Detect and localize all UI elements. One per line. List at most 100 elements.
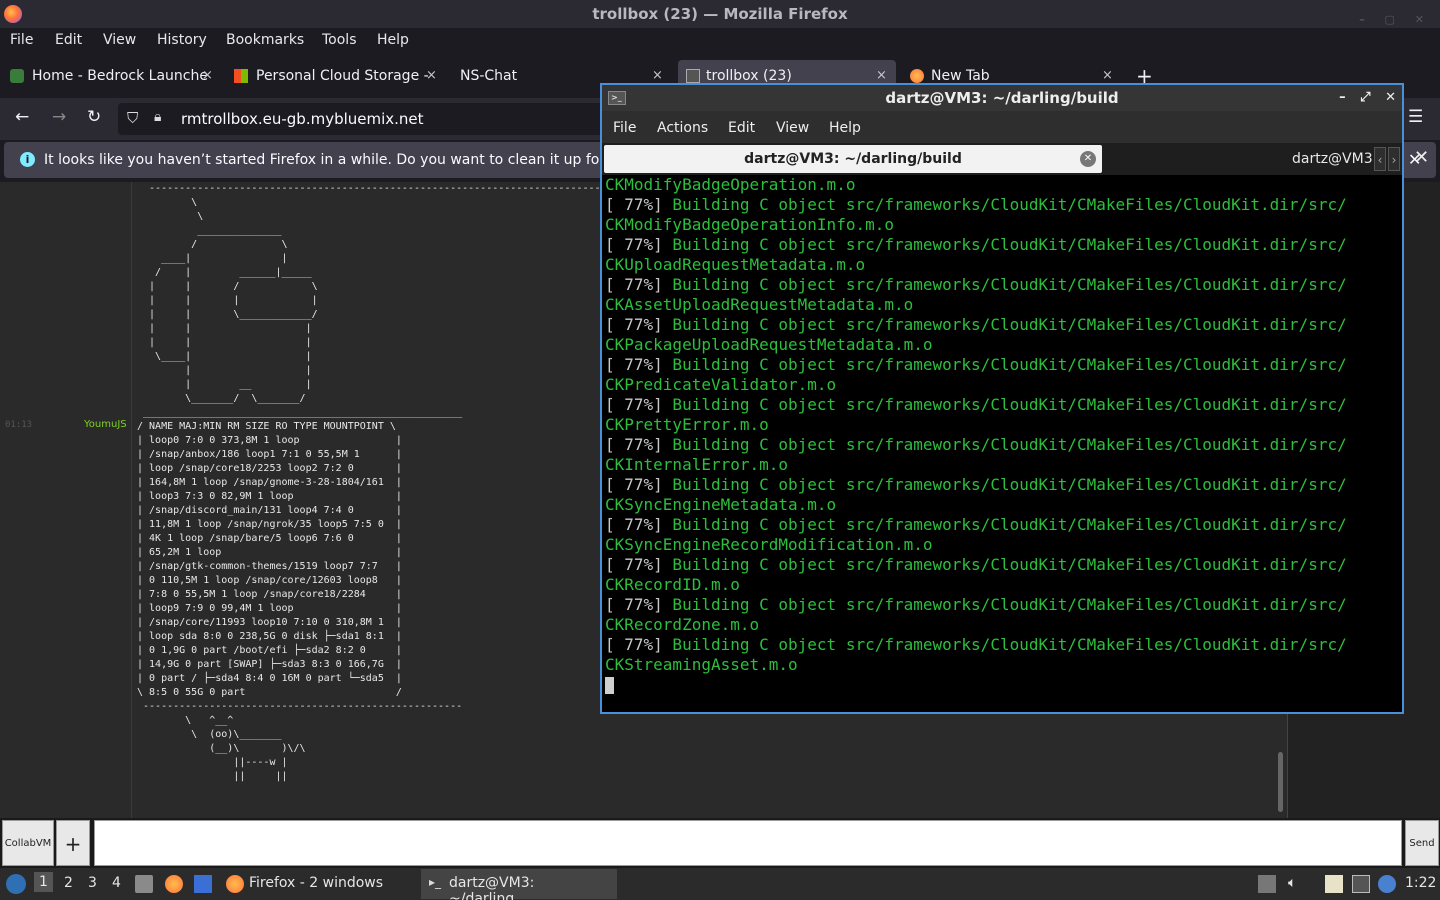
terminal-menu-file[interactable]: File: [613, 120, 636, 136]
build-progress: [ 77%]: [605, 315, 663, 334]
shield-icon[interactable]: ⛉: [127, 109, 138, 127]
tab-label: Personal Cloud Storage -: [256, 68, 429, 84]
url-text[interactable]: rmtrollbox.eu-gb.mybluemix.net: [181, 110, 424, 128]
terminal-tab-bar: dartz@VM3: ~/darling/build ✕ dartz@VM3 ‹…: [602, 143, 1429, 175]
build-progress: [ 77%]: [605, 275, 663, 294]
menu-history[interactable]: History: [157, 32, 207, 48]
terminal-window[interactable]: >_ dartz@VM3: ~/darling/build – ⤢ ✕ File…: [600, 83, 1429, 714]
clock: 1:22: [1405, 875, 1437, 891]
terminal-line: [ 77%] Building C object src/frameworks/…: [605, 195, 1402, 215]
taskbar-terminal-task[interactable]: ▸_ dartz@VM3: ~/darling...: [421, 869, 617, 900]
firefox-task-icon: [226, 875, 244, 893]
clipboard-icon[interactable]: [1325, 875, 1343, 893]
build-message: CKUploadRequestMetadata.m.o: [605, 255, 866, 274]
terminal-menu-edit[interactable]: Edit: [728, 120, 755, 136]
terminal-line: CKModifyBadgeOperationInfo.m.o: [605, 215, 1402, 235]
firefox-title-bar: trollbox (23) — Mozilla Firefox – ▢ ✕: [0, 0, 1440, 28]
build-message: Building C object src/frameworks/CloudKi…: [662, 275, 1347, 294]
back-arrow-icon[interactable]: ←: [15, 107, 29, 127]
build-message: CKSyncEngineRecordModification.m.o: [605, 535, 933, 554]
minimize-icon[interactable]: –: [1339, 90, 1346, 105]
chat-input-row: CollabVM + Send: [0, 818, 1440, 868]
terminal-line: [ 77%] Building C object src/frameworks/…: [605, 435, 1402, 455]
maximize-icon[interactable]: ⤢: [1360, 90, 1370, 105]
terminal-line: CKRecordZone.m.o: [605, 615, 1402, 635]
trollbox-favicon-icon: [686, 69, 700, 83]
taskbar: 1 2 3 4 Firefox - 2 windows ▸_ dartz@VM3…: [0, 868, 1440, 900]
start-menu-icon[interactable]: [6, 874, 26, 894]
tab-cloud-storage[interactable]: Personal Cloud Storage - ×: [230, 60, 440, 92]
build-message: CKAssetUploadRequestMetadata.m.o: [605, 295, 914, 314]
tray-removable-icon[interactable]: [1258, 875, 1276, 893]
volume-icon[interactable]: 🔈︎: [1288, 875, 1296, 891]
build-progress: [ 77%]: [605, 555, 663, 574]
build-message: CKStreamingAsset.m.o: [605, 655, 798, 674]
send-button[interactable]: Send: [1405, 820, 1439, 866]
firefox-tabs-close-icon[interactable]: ✕: [1414, 147, 1429, 168]
reload-icon[interactable]: ↻: [87, 107, 101, 127]
terminal-line: CKUploadRequestMetadata.m.o: [605, 255, 1402, 275]
close-icon[interactable]: ✕: [1385, 90, 1396, 105]
terminal-tab-close-icon[interactable]: ✕: [1080, 151, 1096, 167]
build-progress: [ 77%]: [605, 235, 663, 254]
terminal-line: CKAssetUploadRequestMetadata.m.o: [605, 295, 1402, 315]
build-message: Building C object src/frameworks/CloudKi…: [662, 235, 1347, 254]
firefox-favicon-icon: [910, 69, 924, 83]
menu-file[interactable]: File: [10, 32, 33, 48]
terminal-title-bar[interactable]: >_ dartz@VM3: ~/darling/build – ⤢ ✕: [602, 85, 1402, 111]
network-icon[interactable]: [1352, 875, 1370, 893]
menu-edit[interactable]: Edit: [55, 32, 82, 48]
tab-close-icon[interactable]: ×: [426, 60, 437, 92]
menu-help[interactable]: Help: [377, 32, 409, 48]
desktop-icon[interactable]: [194, 875, 212, 893]
terminal-tab-active[interactable]: dartz@VM3: ~/darling/build ✕: [604, 145, 1102, 173]
message-username[interactable]: YoumuJS: [84, 419, 127, 430]
firefox-launcher-icon[interactable]: [165, 875, 183, 893]
bedrock-favicon-icon: [10, 69, 24, 83]
build-message: CKPackageUploadRequestMetadata.m.o: [605, 335, 933, 354]
terminal-menu-help[interactable]: Help: [829, 120, 861, 136]
file-manager-icon[interactable]: [135, 875, 153, 893]
terminal-line: CKInternalError.m.o: [605, 455, 1402, 475]
forward-arrow-icon[interactable]: →: [52, 107, 66, 127]
terminal-tab-label: dartz@VM3: ~/darling/build: [744, 151, 962, 167]
terminal-menu-bar: File Actions Edit View Help: [602, 113, 1402, 143]
terminal-tab-inactive[interactable]: dartz@VM3: [1292, 145, 1373, 173]
menu-bookmarks[interactable]: Bookmarks: [226, 32, 304, 48]
terminal-line: CKPredicateValidator.m.o: [605, 375, 1402, 395]
terminal-menu-view[interactable]: View: [776, 120, 809, 136]
tab-bedrock[interactable]: Home - Bedrock Launche ×: [6, 60, 218, 92]
hamburger-menu-icon[interactable]: ☰: [1408, 107, 1423, 127]
lock-icon[interactable]: 🔒︎: [154, 109, 161, 125]
terminal-line: [ 77%] Building C object src/frameworks/…: [605, 395, 1402, 415]
tab-scroll-right-icon[interactable]: ›: [1388, 147, 1400, 171]
workspace-4[interactable]: 4: [112, 875, 121, 891]
build-message: Building C object src/frameworks/CloudKi…: [662, 515, 1347, 534]
build-message: CKSyncEngineMetadata.m.o: [605, 495, 837, 514]
workspace-1[interactable]: 1: [34, 872, 53, 892]
build-message: Building C object src/frameworks/CloudKi…: [662, 435, 1347, 454]
workspace-2[interactable]: 2: [64, 875, 73, 891]
terminal-line: CKSyncEngineRecordModification.m.o: [605, 535, 1402, 555]
build-message: CKModifyBadgeOperation.m.o: [605, 175, 856, 194]
workspace-3[interactable]: 3: [88, 875, 97, 891]
collabvm-button[interactable]: CollabVM: [2, 820, 54, 866]
terminal-prompt-line: [605, 675, 1402, 695]
chat-message-input[interactable]: [94, 820, 1402, 866]
firefox-logo-icon: [4, 5, 22, 23]
window-title: trollbox (23) — Mozilla Firefox: [592, 5, 848, 23]
build-message: Building C object src/frameworks/CloudKi…: [662, 635, 1347, 654]
terminal-output[interactable]: CKModifyBadgeOperation.m.o[ 77%] Buildin…: [602, 175, 1402, 712]
update-notifier-icon[interactable]: [1378, 875, 1396, 893]
add-button[interactable]: +: [56, 820, 90, 866]
menu-tools[interactable]: Tools: [322, 32, 357, 48]
menu-view[interactable]: View: [103, 32, 136, 48]
build-message: Building C object src/frameworks/CloudKi…: [662, 555, 1347, 574]
terminal-menu-actions[interactable]: Actions: [657, 120, 708, 136]
taskbar-firefox-windows[interactable]: Firefox - 2 windows: [249, 875, 383, 891]
tab-close-icon[interactable]: ×: [202, 60, 213, 92]
build-progress: [ 77%]: [605, 595, 663, 614]
terminal-line: [ 77%] Building C object src/frameworks/…: [605, 475, 1402, 495]
chat-scrollbar[interactable]: [1278, 752, 1283, 812]
tab-scroll-left-icon[interactable]: ‹: [1374, 147, 1386, 171]
